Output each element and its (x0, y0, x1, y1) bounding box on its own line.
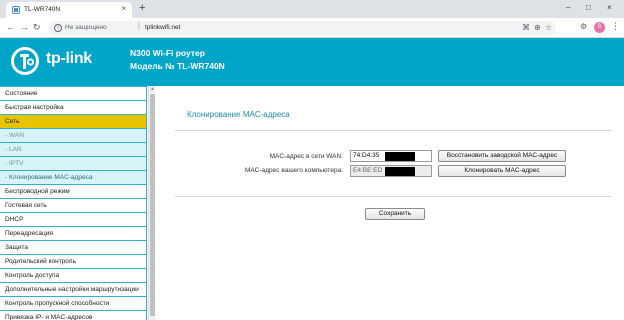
pc-mac-label: MAC-адрес вашего компьютера: (245, 167, 343, 174)
new-tab-button[interactable]: + (139, 3, 145, 14)
sidebar-item-status[interactable]: Состояние (0, 87, 146, 100)
browser-toolbar: ← → ↻ i Не защищено | tplinkwifi.net ⌘ ⊕… (0, 18, 624, 38)
section-title: Клонирование MAC-адреса (187, 110, 290, 119)
sidebar-item-ip-mac-binding[interactable]: Привязка IP- и MAC-адресов (0, 311, 146, 320)
star-icon[interactable]: ☆ (545, 23, 552, 33)
restore-factory-mac-button[interactable]: Восстановить заводской MAC-адрес (438, 150, 566, 162)
page-title: N300 Wi-Fi роутер (130, 48, 205, 58)
avatar[interactable]: S (594, 22, 605, 33)
router-header: tp-link N300 Wi-Fi роутер Модель № TL-WR… (0, 38, 624, 86)
wan-mac-field[interactable]: 74:D4:35 (350, 150, 432, 162)
sidebar-item-wireless[interactable]: Беспроводной режим (0, 185, 146, 198)
browser-tab-strip: TL-WR740N × + – □ × (0, 0, 624, 18)
tab-title: TL-WR740N (24, 6, 61, 13)
menu-icon[interactable]: ⋮ (611, 21, 620, 31)
redacted-mask (385, 167, 415, 176)
back-icon[interactable]: ← (6, 22, 15, 32)
router-favicon-icon (12, 6, 20, 14)
browser-tab[interactable]: TL-WR740N × (6, 2, 132, 18)
minimize-button[interactable]: – (566, 3, 570, 12)
url-text[interactable]: tplinkwifi.net (145, 24, 180, 31)
translate-icon[interactable]: ⌘ (522, 23, 530, 33)
sidebar-item-quick-setup[interactable]: Быстрая настройка (0, 101, 146, 114)
reload-icon[interactable]: ↻ (33, 22, 41, 32)
sidebar-item-dhcp[interactable]: DHCP (0, 213, 146, 226)
pc-mac-field: E4:BE:ED (350, 165, 432, 177)
sidebar-item-lan[interactable]: - LAN (0, 143, 146, 156)
tp-link-logo-icon (11, 47, 39, 75)
close-window-button[interactable]: × (607, 3, 612, 12)
sidebar-item-forwarding[interactable]: Переадресация (0, 227, 146, 240)
url-separator: | (138, 23, 140, 30)
wan-mac-label: MAC-адрес в сети WAN: (269, 153, 343, 160)
forward-icon[interactable]: → (20, 22, 29, 32)
zoom-icon[interactable]: ⊕ (534, 23, 541, 33)
sidebar-item-guest-network[interactable]: Гостевая сеть (0, 199, 146, 212)
pc-mac-value: E4:BE:ED (353, 167, 383, 174)
sidebar-item-iptv[interactable]: - IPTV (0, 157, 146, 170)
sidebar-item-bandwidth-control[interactable]: Контроль пропускной способности (0, 297, 146, 310)
sidebar: Состояние Быстрая настройка Сеть - WAN -… (0, 86, 147, 320)
sidebar-item-advanced-routing[interactable]: Дополнительные настройки маршрутизации (0, 283, 146, 296)
sidebar-scrollbar[interactable]: ▲ (148, 86, 155, 320)
sidebar-item-network[interactable]: Сеть (0, 115, 146, 128)
sidebar-item-parental-control[interactable]: Родительский контроль (0, 255, 146, 268)
maximize-button[interactable]: □ (586, 3, 591, 12)
logo-text: tp-link (46, 50, 92, 67)
extension-icon[interactable]: ⚙ (580, 22, 587, 32)
save-button[interactable]: Сохранить (365, 208, 425, 220)
redacted-mask (385, 152, 415, 161)
sidebar-item-wan[interactable]: - WAN (0, 129, 146, 142)
sidebar-item-security[interactable]: Защита (0, 241, 146, 254)
main-content: Клонирование MAC-адреса MAC-адрес в сети… (155, 86, 624, 320)
address-bar[interactable]: i Не защищено | tplinkwifi.net ⌘ ⊕ ☆ (48, 21, 556, 35)
model-number: Модель № TL-WR740N (130, 61, 225, 71)
tab-close-icon[interactable]: × (121, 5, 126, 13)
not-secure-label: Не защищено (65, 24, 107, 31)
info-icon[interactable]: i (54, 24, 62, 32)
divider (175, 130, 611, 131)
clone-mac-button[interactable]: Клонировать MAC-адрес (438, 165, 566, 177)
wan-mac-value: 74:D4:35 (353, 152, 380, 159)
divider (175, 196, 611, 197)
sidebar-item-mac-clone[interactable]: - Клонирование MAC-адреса (0, 171, 146, 184)
sidebar-item-access-control[interactable]: Контроль доступа (0, 269, 146, 282)
